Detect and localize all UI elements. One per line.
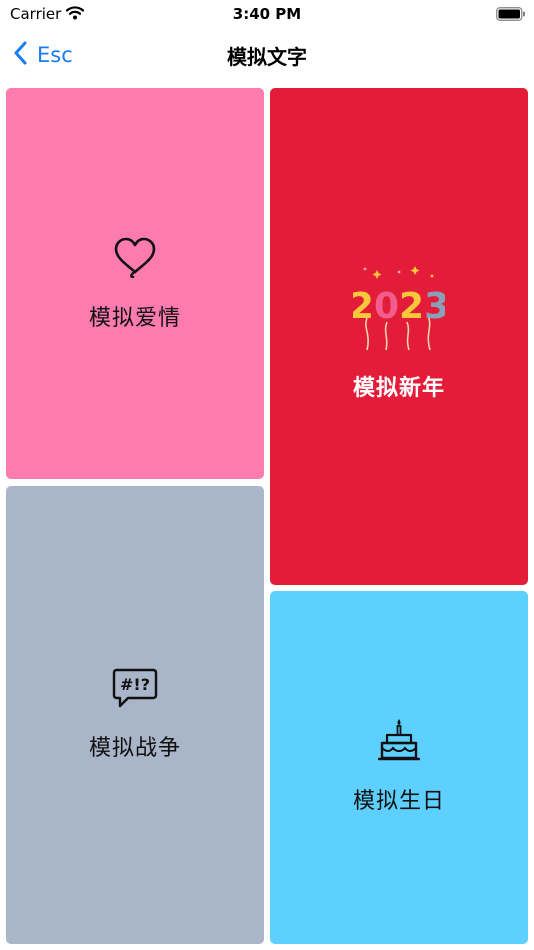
- balloons-2023-icon: 2023: [349, 266, 449, 356]
- tile-birthday-label: 模拟生日: [352, 789, 445, 814]
- page-title: 模拟文字: [227, 45, 307, 69]
- heart-icon: [112, 236, 158, 282]
- tile-birthday[interactable]: 模拟生日: [270, 591, 528, 944]
- battery-icon: [496, 6, 526, 25]
- cake-icon: [377, 717, 421, 765]
- clock-label: 3:40 PM: [232, 5, 302, 23]
- speech-bubble-text: #!?: [120, 675, 150, 694]
- status-bar: Carrier 3:40 PM: [0, 0, 534, 28]
- tile-new-year-label: 模拟新年: [352, 376, 445, 401]
- speech-bubble-icon: #!?: [112, 668, 158, 712]
- tile-new-year[interactable]: 2023 模拟新年: [270, 88, 528, 585]
- navigation-bar: Esc 模拟文字: [0, 30, 534, 78]
- tile-war[interactable]: #!? 模拟战争: [6, 486, 264, 944]
- tile-love-label: 模拟爱情: [88, 306, 181, 331]
- tile-love[interactable]: 模拟爱情: [6, 88, 264, 479]
- tile-war-label: 模拟战争: [88, 736, 181, 761]
- balloons-2023-badge: 2023: [353, 286, 445, 327]
